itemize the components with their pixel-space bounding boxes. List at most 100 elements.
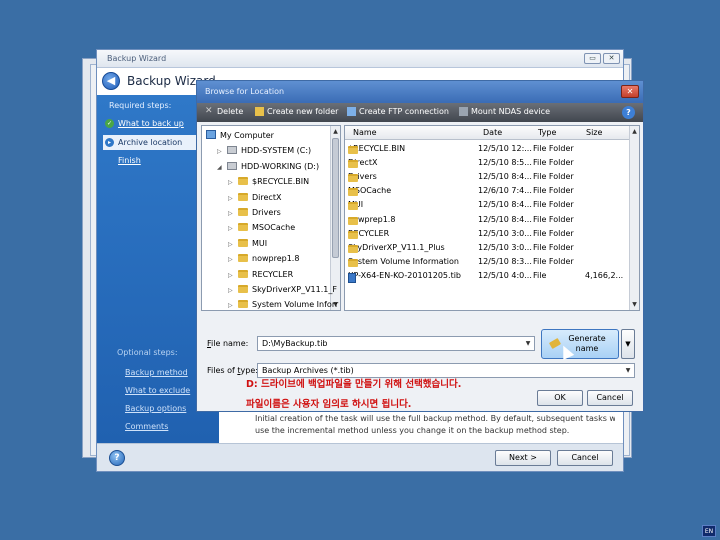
file-row[interactable]: MUI 12/5/10 8:4...File Folder: [345, 198, 639, 212]
help-icon[interactable]: ?: [622, 106, 635, 119]
browse-toolbar: ✕ Delete Create new folder Create FTP co…: [197, 103, 643, 122]
file-type-cell: File Folder: [533, 200, 574, 210]
file-row[interactable]: nowprep1.8 12/5/10 8:4... File Folder: [345, 213, 639, 227]
generate-name-button[interactable]: Generate name: [541, 329, 619, 359]
folder-icon: [238, 269, 248, 278]
tree-item[interactable]: ▷ SkyDriverXP_V11.1_F: [228, 282, 337, 297]
tree-item-label: MSOCache: [252, 223, 296, 233]
dialog-cancel-button[interactable]: Cancel: [587, 390, 633, 406]
mount-ndas-device-button[interactable]: Mount NDAS device: [459, 107, 550, 116]
expand-icon[interactable]: ▷: [228, 191, 238, 206]
create-ftp-connection-button[interactable]: Create FTP connection: [347, 107, 449, 116]
file-row[interactable]: System Volume Information 12/5/10 8:3... F…: [345, 255, 639, 269]
file-name-cell: System Volume Information: [348, 256, 459, 267]
expand-icon[interactable]: ▷: [228, 283, 238, 298]
close-icon[interactable]: ✕: [621, 85, 639, 98]
tree-item[interactable]: ▷ MSOCache: [228, 220, 295, 235]
scroll-thumb[interactable]: [332, 138, 339, 258]
scroll-down-icon[interactable]: ▼: [630, 300, 639, 309]
file-size-cell: 4,166,2...: [585, 270, 624, 280]
tree-item[interactable]: ▷ System Volume Inforr: [228, 297, 338, 310]
expand-icon[interactable]: ▷: [228, 221, 238, 236]
language-indicator[interactable]: EN: [702, 525, 716, 537]
file-list[interactable]: Name Date Type Size ▲ ▼ $RECYCLE.BIN 12/5…: [344, 125, 640, 311]
file-type-cell: File Folder: [533, 242, 574, 252]
restore-icon[interactable]: ▭: [584, 53, 601, 64]
tree-item[interactable]: ▷ Drivers: [228, 205, 281, 220]
column-size[interactable]: Size: [586, 128, 602, 137]
tree-item[interactable]: ▷ DirectX: [228, 190, 281, 205]
scroll-up-icon[interactable]: ▲: [331, 127, 340, 136]
step-what-to-exclude[interactable]: What to exclude: [125, 386, 190, 395]
tree-item-label: DirectX: [252, 192, 282, 202]
tree-item[interactable]: ▷ MUI: [228, 236, 267, 251]
ftp-icon: [347, 107, 356, 116]
column-name[interactable]: Name: [353, 128, 377, 137]
close-icon[interactable]: ✕: [603, 53, 620, 64]
check-icon: ✓: [105, 119, 114, 128]
tree-item[interactable]: ▷ nowprep1.8: [228, 251, 299, 266]
file-date-cell: 12/5/10 8:4...: [478, 172, 532, 182]
file-type-cell: File Folder: [533, 214, 574, 224]
file-row[interactable]: RECYCLER 12/5/10 3:0... File Folder: [345, 227, 639, 241]
file-name-text: SkyDriverXP_V11.1_Plus: [348, 242, 445, 252]
expand-icon[interactable]: ▷: [228, 175, 238, 190]
annotation-line: D: 드라이브에 백업파일을 만들기 위해 선택했습니다.: [246, 379, 462, 390]
toolbar-label: Create new folder: [267, 107, 339, 116]
ok-button[interactable]: OK: [537, 390, 583, 406]
file-row[interactable]: XP-X64-EN-KO-20101205.tib 12/5/10 4:0... F…: [345, 269, 639, 283]
file-row[interactable]: MSOCache 12/6/10 7:4... File Folder: [345, 184, 639, 198]
file-name-text: System Volume Information: [348, 256, 459, 266]
delete-icon: ✕: [205, 106, 213, 116]
help-icon[interactable]: ?: [109, 450, 125, 466]
required-steps-heading: Required steps:: [109, 101, 172, 110]
tree-item[interactable]: ◢ HDD-WORKING (D:): [217, 159, 319, 174]
expand-icon[interactable]: ▷: [228, 237, 238, 252]
step-backup-options[interactable]: Backup options: [125, 404, 186, 413]
folder-tree[interactable]: ▲ ▼ My Computer ▷ HDD-SYSTEM (C:) ◢ HDD-WORK…: [201, 125, 341, 311]
toolbar-label: Delete: [217, 107, 244, 116]
scroll-up-icon[interactable]: ▲: [630, 127, 639, 136]
cancel-button[interactable]: Cancel: [557, 450, 613, 466]
tree-item[interactable]: ▷ HDD-SYSTEM (C:): [217, 143, 311, 158]
folder-icon: [348, 244, 358, 253]
file-date-cell: 12/5/10 8:3...: [478, 256, 532, 266]
folder-icon: [238, 192, 248, 201]
file-name-input[interactable]: D:\MyBackup.tib ▼: [257, 336, 535, 351]
tree-item-label: nowprep1.8: [252, 254, 300, 264]
back-arrow-icon[interactable]: ◀: [102, 72, 120, 90]
column-type[interactable]: Type: [538, 128, 556, 137]
expand-icon[interactable]: ▷: [228, 252, 238, 267]
file-row[interactable]: $RECYCLE.BIN 12/5/10 12:... File Folder: [345, 142, 639, 156]
file-name-text: XP-X64-EN-KO-20101205.tib: [348, 270, 462, 280]
expand-icon[interactable]: ▷: [228, 268, 238, 283]
expand-icon[interactable]: ▷: [217, 144, 227, 159]
tree-item[interactable]: ▷ RECYCLER: [228, 267, 293, 282]
file-type-cell: File: [533, 270, 547, 280]
file-name-cell: XP-X64-EN-KO-20101205.tib: [348, 270, 462, 283]
expand-icon[interactable]: ◢: [217, 160, 227, 175]
delete-button[interactable]: ✕ Delete: [205, 106, 244, 117]
step-backup-method[interactable]: Backup method: [125, 368, 188, 377]
file-row[interactable]: Drivers 12/5/10 8:4... File Folder: [345, 170, 639, 184]
chevron-down-icon[interactable]: ▼: [523, 337, 533, 350]
folder-icon: [348, 258, 358, 267]
generate-options-dropdown[interactable]: ▼: [621, 329, 635, 359]
step-comments[interactable]: Comments: [125, 422, 168, 431]
file-row[interactable]: SkyDriverXP_V11.1_Plus 12/5/10 3:0... File…: [345, 241, 639, 255]
tree-item[interactable]: ▷ $RECYCLE.BIN: [228, 174, 309, 189]
file-name-value: D:\MyBackup.tib: [262, 339, 328, 348]
create-new-folder-button[interactable]: Create new folder: [255, 107, 338, 116]
next-button[interactable]: Next >: [495, 450, 551, 466]
arrow-right-icon: ▸: [105, 138, 114, 147]
chevron-down-icon[interactable]: ▼: [623, 364, 633, 377]
file-name-cell: nowprep1.8: [348, 215, 395, 225]
tree-item[interactable]: My Computer: [206, 128, 274, 143]
expand-icon[interactable]: ▷: [228, 206, 238, 221]
folder-icon: [238, 254, 248, 263]
column-date[interactable]: Date: [483, 128, 502, 137]
step-label: Finish: [118, 156, 141, 165]
drive-icon: [227, 146, 237, 155]
expand-icon[interactable]: ▷: [228, 298, 238, 310]
file-row[interactable]: DirectX 12/5/10 8:5... File Folder: [345, 156, 639, 170]
